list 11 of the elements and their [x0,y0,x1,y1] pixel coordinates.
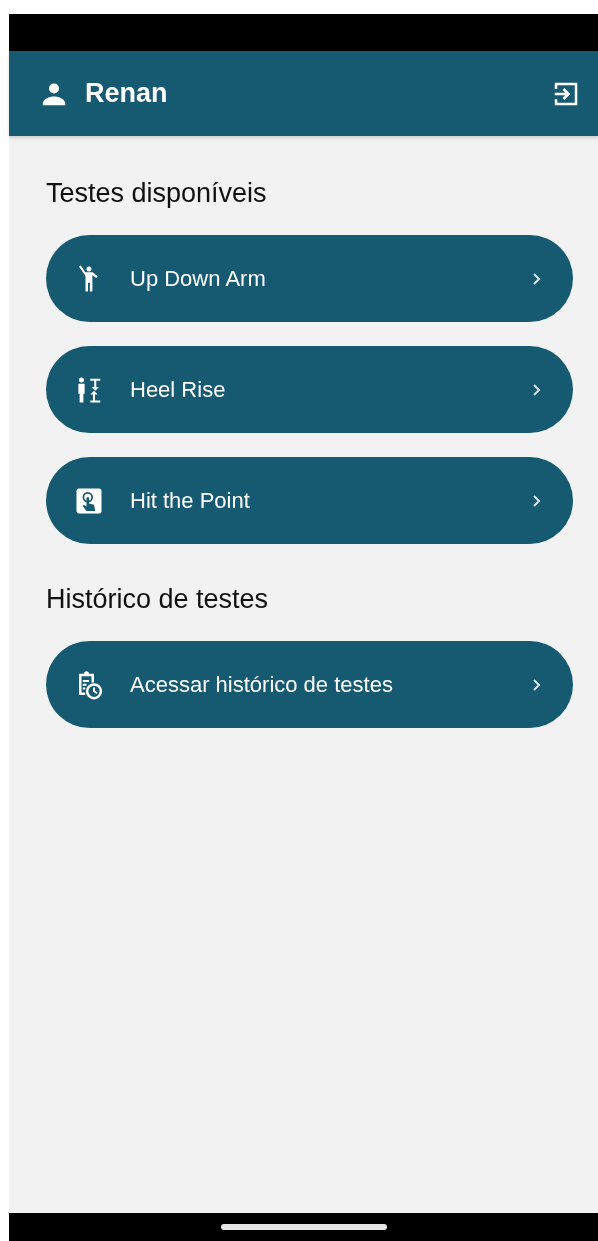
chevron-right-icon [531,382,543,397]
section-title: Testes disponíveis [46,178,268,209]
user-name: Renan [85,78,169,109]
chevron-right-icon [531,271,543,286]
test-menu-button[interactable]: Up Down Arm [46,235,573,322]
test-menu-button[interactable]: Hit the Point [46,457,573,544]
section-title: Histórico de testes [46,584,270,615]
chevron-right-icon [531,677,543,692]
test-menu-button[interactable]: Heel Rise [46,346,573,433]
chevron-right-icon [531,493,543,508]
test-menu-button[interactable]: Acessar histórico de testes [46,641,573,728]
